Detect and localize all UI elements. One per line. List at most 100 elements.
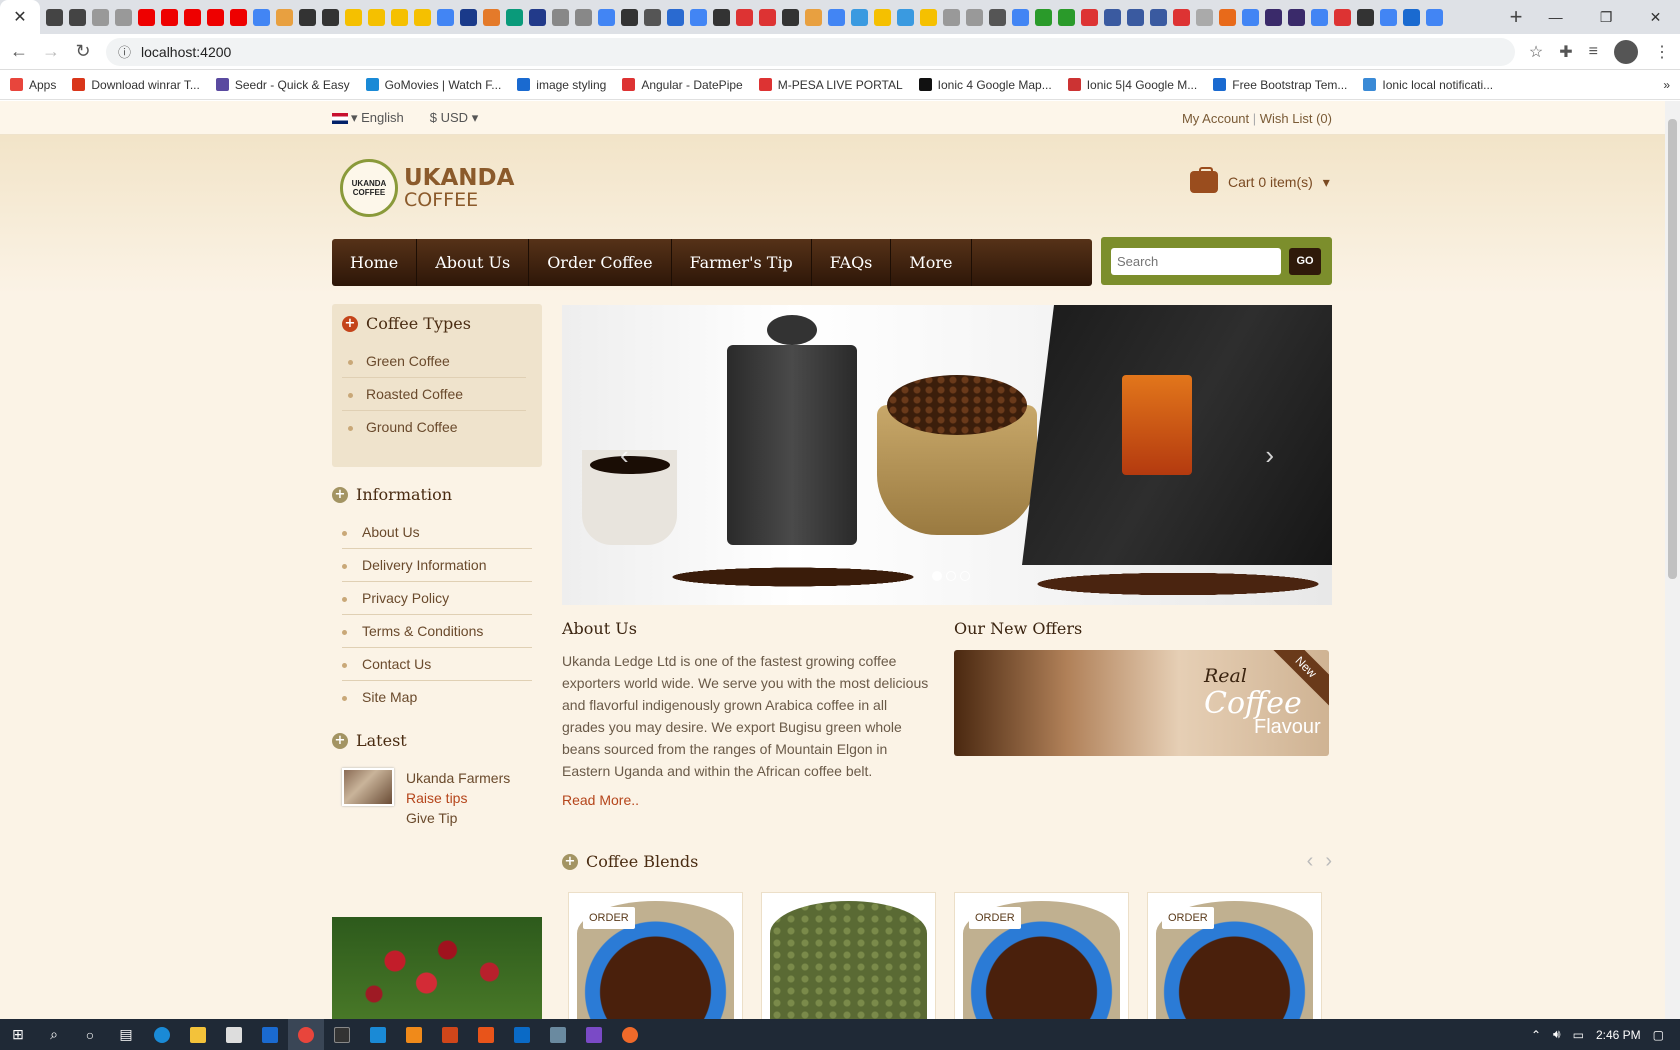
site-logo[interactable]: UKANDA COFFEE UKANDA COFFEE [340,159,514,217]
nav-item-farmer-s-tip[interactable]: Farmer's Tip [672,239,812,286]
url-bar[interactable]: ⓘ localhost:4200 [106,37,1515,66]
sidebar-link[interactable]: Roasted Coffee [342,378,526,411]
tab-favicon[interactable] [1265,8,1282,26]
tab-favicon[interactable] [897,8,914,26]
new-tab-button[interactable]: + [1502,4,1530,30]
close-tab-icon[interactable]: ✕ [13,7,26,27]
tab-favicon[interactable] [805,8,822,26]
tab-favicon[interactable] [345,8,362,26]
tab-favicon[interactable] [782,8,799,26]
profile-avatar[interactable] [1614,39,1638,64]
tab-favicon[interactable] [736,8,753,26]
tab-favicon[interactable] [1012,8,1029,26]
tab-favicon[interactable] [575,8,592,26]
slider-prev-icon[interactable]: ‹ [620,440,629,471]
slider-dot-1[interactable] [932,571,942,581]
tab-favicon[interactable] [299,8,316,26]
bookmark-item[interactable]: image styling [517,78,606,92]
order-badge[interactable]: ORDER [583,907,635,929]
sidebar-link[interactable]: Terms & Conditions [342,615,532,648]
blends-next-icon[interactable]: › [1325,850,1332,873]
order-badge[interactable]: ORDER [1162,907,1214,929]
notifications-icon[interactable]: ▢ [1653,1028,1664,1042]
tab-favicon[interactable] [1035,8,1052,26]
tab-favicon[interactable] [322,8,339,26]
tab-favicon[interactable] [966,8,983,26]
tab-favicon[interactable] [644,8,661,26]
task-view-icon[interactable]: ▤ [108,1019,144,1050]
tab-favicon[interactable] [391,8,408,26]
tab-favicon[interactable] [1219,8,1236,26]
tab-favicon[interactable] [138,8,155,26]
tab-favicon[interactable] [1311,8,1328,26]
tab-favicon[interactable] [552,8,569,26]
network-app-icon[interactable] [540,1019,576,1050]
blends-prev-icon[interactable]: ‹ [1307,850,1314,873]
sublime-icon[interactable] [396,1019,432,1050]
tab-favicon[interactable] [207,8,224,26]
media-icon[interactable]: ≡ [1589,43,1598,61]
bookmark-item[interactable]: Seedr - Quick & Easy [215,78,350,92]
tab-favicon[interactable] [1426,8,1443,26]
sidebar-link[interactable]: Ground Coffee [342,411,526,443]
slider-next-icon[interactable]: › [1265,440,1274,471]
tab-favicons[interactable] [40,8,1502,26]
tab-favicon[interactable] [1104,8,1121,26]
network-icon[interactable]: ▭ [1573,1028,1584,1042]
tab-favicon[interactable] [874,8,891,26]
offer-banner[interactable]: New Real Coffee Flavour [954,650,1329,756]
sidebar-link[interactable]: Site Map [342,681,532,713]
tab-favicon[interactable] [437,8,454,26]
tab-favicon[interactable] [828,8,845,26]
tab-favicon[interactable] [253,8,270,26]
tab-favicon[interactable] [1173,8,1190,26]
nav-item-home[interactable]: Home [332,239,418,286]
cortana-icon[interactable]: ○ [72,1019,108,1050]
tab-favicon[interactable] [1288,8,1305,26]
tab-favicon[interactable] [230,8,247,26]
tab-favicon[interactable] [690,8,707,26]
cart-dropdown[interactable]: Cart 0 item(s) ▾ [1190,167,1330,193]
tab-favicon[interactable] [943,8,960,26]
volume-icon[interactable]: 🔊︎ [1553,1027,1561,1042]
tab-favicon[interactable] [598,8,615,26]
vscode-icon[interactable] [360,1019,396,1050]
latest-line3[interactable]: Give Tip [406,808,510,828]
nav-item-more[interactable]: More [891,239,972,286]
tab-favicon[interactable] [161,8,178,26]
tray-chevron-icon[interactable]: ⌃ [1531,1028,1541,1042]
postman-icon[interactable] [612,1019,648,1050]
sidebar-link[interactable]: Contact Us [342,648,532,681]
bookmark-item[interactable]: Apps [10,78,56,92]
tab-favicon[interactable] [1081,8,1098,26]
latest-thumbnail[interactable] [342,768,394,806]
tab-favicon[interactable] [115,8,132,26]
powerpoint-icon[interactable] [432,1019,468,1050]
search-icon[interactable]: ⌕ [36,1019,72,1050]
bookmark-item[interactable]: Ionic 4 Google Map... [918,78,1052,92]
active-tab[interactable]: ✕ [0,0,40,34]
bookmarks-overflow-icon[interactable]: » [1663,78,1670,92]
mail-icon[interactable] [252,1019,288,1050]
tab-favicon[interactable] [920,8,937,26]
windows-start-icon[interactable]: ⊞ [0,1019,36,1050]
bookmark-item[interactable]: M-PESA LIVE PORTAL [758,78,903,92]
read-more-link[interactable]: Read More.. [562,792,932,808]
back-icon[interactable]: ← [10,41,28,62]
my-account-link[interactable]: My Account [1182,111,1249,126]
nav-item-about-us[interactable]: About Us [417,239,530,286]
file-explorer-icon[interactable] [180,1019,216,1050]
tab-favicon[interactable] [1196,8,1213,26]
close-window-button[interactable]: ✕ [1650,9,1662,26]
language-selector[interactable]: ▾ English [332,110,404,126]
tab-favicon[interactable] [506,8,523,26]
tab-favicon[interactable] [368,8,385,26]
menu-icon[interactable]: ⋮ [1654,42,1670,62]
sidebar-link[interactable]: Green Coffee [342,345,526,378]
chrome-icon[interactable] [288,1019,324,1050]
tab-favicon[interactable] [184,8,201,26]
scrollbar-thumb[interactable] [1668,119,1677,579]
search-input[interactable] [1111,247,1281,275]
url-text[interactable]: localhost:4200 [141,44,231,60]
nav-item-order-coffee[interactable]: Order Coffee [529,239,672,286]
